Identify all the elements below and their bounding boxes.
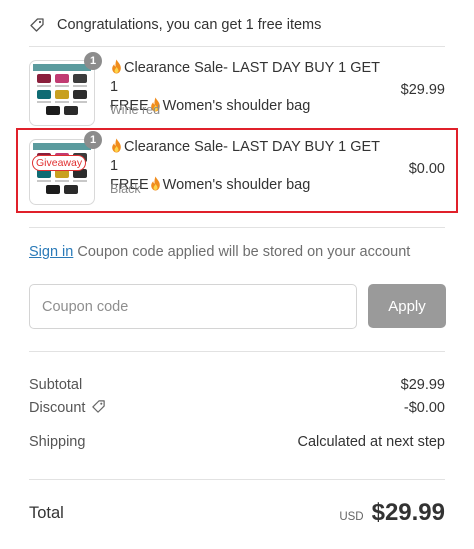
total-label: Total [29,503,64,522]
apply-button[interactable]: Apply [368,284,446,328]
discount-label-group: Discount [29,399,106,418]
shipping-value: Calculated at next step [297,434,445,450]
highlight-frame [16,128,458,213]
promo-text: Congratulations, you can get 1 free item… [57,17,322,33]
subtotal-label: Subtotal [29,377,83,393]
currency-code: USD [339,511,364,523]
divider [29,351,445,352]
subtotal-value: $29.99 [400,377,445,393]
item-variant: Wine red [110,103,161,117]
quantity-badge: 1 [84,52,102,70]
discount-tag-icon [91,399,106,418]
discount-row: Discount -$0.00 [29,397,445,419]
shipping-row: Shipping Calculated at next step [29,431,445,453]
item-price: $29.99 [400,82,445,98]
total-row: Total USD $29.99 [29,498,445,528]
discount-label: Discount [29,400,86,416]
divider [29,479,445,480]
subtotal-row: Subtotal $29.99 [29,374,445,396]
fire-icon [110,59,124,76]
sign-in-link[interactable]: Sign in [29,244,73,260]
tag-icon [29,17,45,33]
divider [29,227,445,228]
shipping-label: Shipping [29,434,86,450]
total-amount: USD $29.99 [339,499,445,527]
discount-value: -$0.00 [403,400,445,416]
signin-notice: Sign in Coupon code applied will be stor… [29,244,410,260]
divider [29,46,445,47]
signin-text: Coupon code applied will be stored on yo… [73,244,411,260]
promo-banner: Congratulations, you can get 1 free item… [29,12,321,38]
line-item: 1 Clearance Sale- LAST DAY BUY 1 GET 1 FR… [29,52,445,130]
coupon-code-input[interactable] [29,284,357,329]
total-value: $29.99 [371,499,445,526]
product-thumbnail[interactable] [29,60,95,126]
